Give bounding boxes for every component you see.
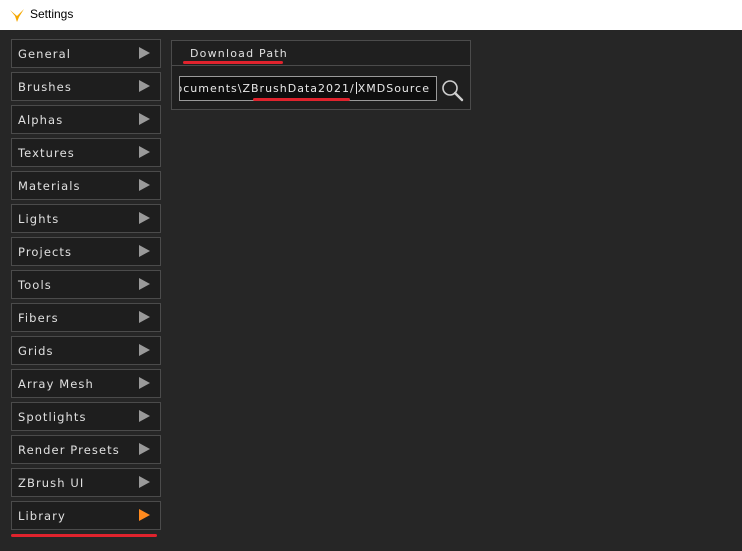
triangle-right-icon <box>139 476 150 488</box>
library-annotation-underline <box>11 534 157 537</box>
triangle-right-icon <box>139 113 150 125</box>
triangle-right-icon <box>139 80 150 92</box>
triangle-right-icon <box>139 47 150 59</box>
sidebar-item-label: Array Mesh <box>18 377 94 391</box>
download-path-annotation-underline <box>183 61 283 64</box>
triangle-right-icon <box>139 311 150 323</box>
download-path-value: ocuments\ZBrushData2021/XMDSource <box>179 82 430 95</box>
sidebar-item-label: Textures <box>18 146 75 160</box>
sidebar-item-lights[interactable]: Lights <box>11 204 161 233</box>
triangle-right-icon <box>139 377 150 389</box>
sidebar-item-materials[interactable]: Materials <box>11 171 161 200</box>
triangle-right-icon <box>139 245 150 257</box>
sidebar-item-alphas[interactable]: Alphas <box>11 105 161 134</box>
sidebar-item-label: Materials <box>18 179 81 193</box>
sidebar-item-render-presets[interactable]: Render Presets <box>11 435 161 464</box>
sidebar-item-label: Grids <box>18 344 54 358</box>
download-path-label: Download Path <box>190 47 288 60</box>
sidebar-item-label: Fibers <box>18 311 59 325</box>
sidebar-item-general[interactable]: General <box>11 39 161 68</box>
sidebar-item-brushes[interactable]: Brushes <box>11 72 161 101</box>
sidebar-item-library[interactable]: Library <box>11 501 161 530</box>
sidebar-item-array-mesh[interactable]: Array Mesh <box>11 369 161 398</box>
sidebar-item-grids[interactable]: Grids <box>11 336 161 365</box>
magnifier-icon[interactable] <box>439 78 465 102</box>
sidebar-item-label: General <box>18 47 72 61</box>
settings-sidebar: General Brushes Alphas Textures Material… <box>11 39 161 534</box>
zbrush-logo-icon <box>10 9 24 22</box>
sidebar-item-fibers[interactable]: Fibers <box>11 303 161 332</box>
sidebar-item-label: Lights <box>18 212 60 226</box>
sidebar-item-tools[interactable]: Tools <box>11 270 161 299</box>
triangle-right-icon <box>139 410 150 422</box>
triangle-right-icon <box>139 443 150 455</box>
text-caret <box>355 82 357 94</box>
triangle-right-icon <box>139 278 150 290</box>
triangle-right-icon <box>139 146 150 158</box>
sidebar-item-label: Tools <box>18 278 52 292</box>
triangle-right-icon <box>139 344 150 356</box>
triangle-right-icon <box>139 212 150 224</box>
sidebar-item-textures[interactable]: Textures <box>11 138 161 167</box>
sidebar-item-label: Render Presets <box>18 443 120 457</box>
sidebar-item-zbrush-ui[interactable]: ZBrush UI <box>11 468 161 497</box>
triangle-right-icon <box>139 179 150 191</box>
triangle-right-icon <box>139 509 150 521</box>
sidebar-item-label: Alphas <box>18 113 64 127</box>
sidebar-item-label: Brushes <box>18 80 72 94</box>
window-title: Settings <box>30 7 74 21</box>
sidebar-item-projects[interactable]: Projects <box>11 237 161 266</box>
zbrushdata-annotation-underline <box>253 98 350 101</box>
sidebar-item-label: Library <box>18 509 66 523</box>
sidebar-item-label: Projects <box>18 245 73 259</box>
title-bar: Settings <box>0 0 742 30</box>
sidebar-item-label: Spotlights <box>18 410 87 424</box>
sidebar-item-spotlights[interactable]: Spotlights <box>11 402 161 431</box>
sidebar-item-label: ZBrush UI <box>18 476 85 490</box>
